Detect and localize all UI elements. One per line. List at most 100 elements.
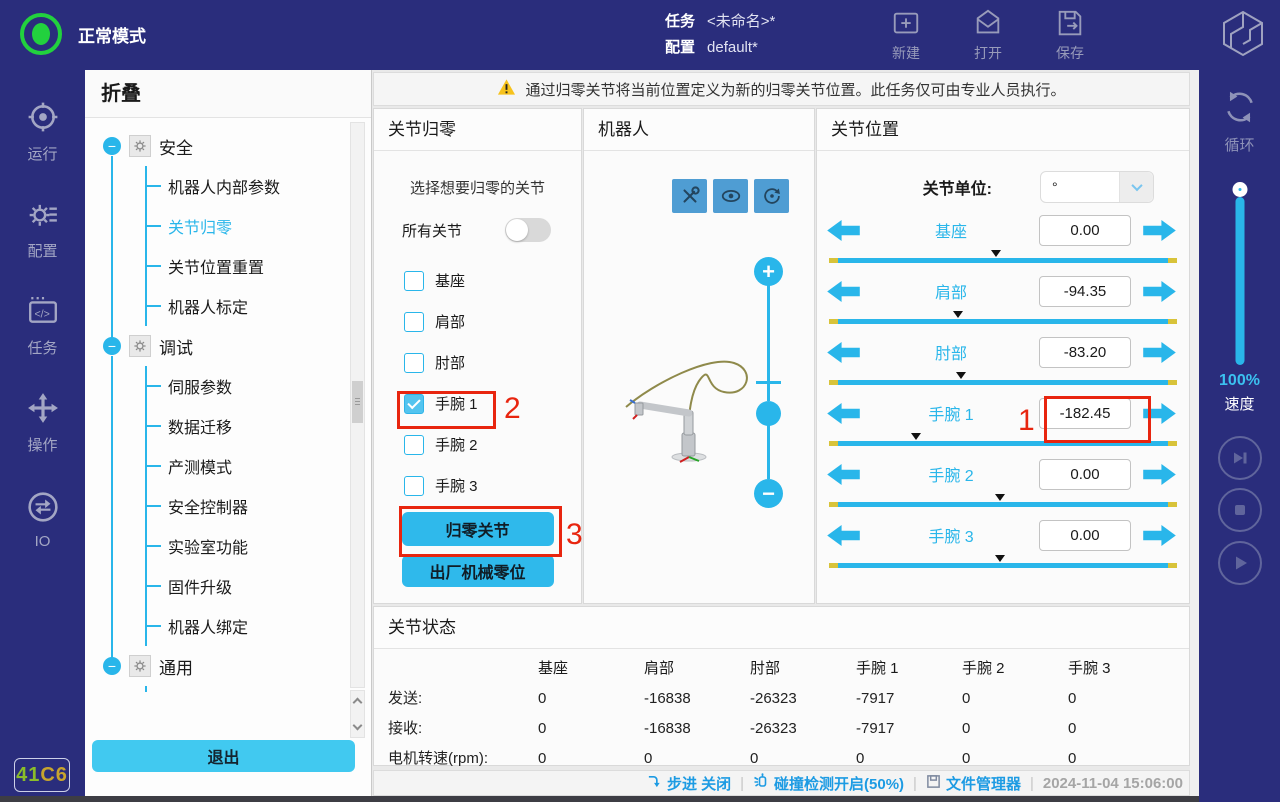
zoom-slider-handle[interactable] <box>756 401 781 426</box>
mode-indicator: 正常模式 <box>20 13 146 55</box>
tree-item[interactable]: 伺服参数 <box>147 366 347 406</box>
new-label: 新建 <box>892 43 920 63</box>
joint-slider[interactable] <box>829 314 1177 326</box>
speed-slider-track[interactable] <box>1235 197 1244 365</box>
joint-increase-arrow[interactable] <box>1143 219 1179 242</box>
joint-decrease-arrow[interactable] <box>827 341 863 364</box>
speed-slider-handle[interactable] <box>1232 182 1247 197</box>
open-task-button[interactable]: 打开 <box>960 8 1016 63</box>
config-row: 配置default* <box>665 35 775 61</box>
slider-marker <box>995 555 1005 562</box>
joint-increase-arrow[interactable] <box>1143 524 1179 547</box>
zoom-out-button[interactable]: − <box>754 479 783 508</box>
tree-item[interactable]: 机器人标定 <box>147 286 347 326</box>
play-button[interactable] <box>1218 541 1262 585</box>
step-forward-button[interactable] <box>1218 436 1262 480</box>
joint-decrease-arrow[interactable] <box>827 463 863 486</box>
joint-decrease-arrow[interactable] <box>827 219 863 242</box>
joint-row: 基座0.00 <box>817 207 1189 268</box>
rotate-view-button[interactable] <box>754 179 789 213</box>
tree-item[interactable]: 安全控制器 <box>147 486 347 526</box>
tree-group-row[interactable]: −调试 <box>85 326 347 366</box>
zoom-in-button[interactable]: + <box>754 257 783 286</box>
nav-item-run[interactable]: 运行 <box>0 84 85 181</box>
save-task-button[interactable]: 保存 <box>1042 8 1098 63</box>
tree-item[interactable]: MDH参数 <box>147 686 347 692</box>
joint-decrease-arrow[interactable] <box>827 524 863 547</box>
loop-label: 循环 <box>1224 134 1254 155</box>
joint-checkbox-row[interactable]: 手腕 2 <box>404 424 581 465</box>
slider-track <box>829 380 1177 385</box>
tree-item[interactable]: 机器人绑定 <box>147 606 347 646</box>
joint-value-field[interactable]: -94.35 <box>1039 276 1131 307</box>
collapse-minus-icon[interactable]: − <box>103 137 121 155</box>
checkbox[interactable] <box>404 435 424 455</box>
joint-increase-arrow[interactable] <box>1143 463 1179 486</box>
dropdown-button[interactable] <box>1119 172 1153 202</box>
nav-item-operate[interactable]: 操作 <box>0 375 85 472</box>
nav-label-config: 配置 <box>27 240 57 261</box>
slider-marker <box>956 372 966 379</box>
joint-value-field[interactable]: 0.00 <box>1039 520 1131 551</box>
nav-item-config[interactable]: 配置 <box>0 181 85 278</box>
checkbox[interactable] <box>404 353 424 373</box>
checkbox[interactable] <box>404 271 424 291</box>
loop-mode-item[interactable]: 循环 <box>1199 88 1280 155</box>
nav-item-io[interactable]: IO <box>0 472 85 569</box>
stop-button[interactable] <box>1218 488 1262 532</box>
tree-collapse-header[interactable]: 折叠 <box>85 70 371 118</box>
joint-slider[interactable] <box>829 497 1177 509</box>
tree-group-row[interactable]: −通用 <box>85 646 347 686</box>
new-task-button[interactable]: 新建 <box>878 8 934 63</box>
collapse-minus-icon[interactable]: − <box>103 657 121 675</box>
file-manager-item[interactable]: 文件管理器 <box>926 773 1021 794</box>
tree-scrollbar[interactable] <box>350 122 365 688</box>
tools-button[interactable] <box>672 179 707 213</box>
joint-value-field[interactable]: -83.20 <box>1039 337 1131 368</box>
step-mode-item[interactable]: 步进 关闭 <box>647 773 731 794</box>
joint-checkbox-row[interactable]: 手腕 3 <box>404 465 581 506</box>
joint-checkbox-row[interactable]: 基座 <box>404 260 581 301</box>
svg-text:</>: </> <box>34 308 49 320</box>
joint-decrease-arrow[interactable] <box>827 402 863 425</box>
joint-value-field[interactable]: 0.00 <box>1039 459 1131 490</box>
joint-increase-arrow[interactable] <box>1143 341 1179 364</box>
exit-button[interactable]: 退出 <box>92 740 355 772</box>
factory-zero-button[interactable]: 出厂机械零位 <box>402 555 554 587</box>
checkbox[interactable] <box>404 476 424 496</box>
joint-decrease-arrow[interactable] <box>827 280 863 303</box>
visibility-eye-button[interactable] <box>713 179 748 213</box>
scroll-down-icon[interactable] <box>353 721 363 731</box>
joint-slider[interactable] <box>829 558 1177 570</box>
tree-item[interactable]: 机器人内部参数 <box>147 166 347 206</box>
collision-detect-item[interactable]: 碰撞检测开启(50%) <box>753 773 904 794</box>
task-value: <未命名>* <box>707 13 775 30</box>
tree-item[interactable]: 产测模式 <box>147 446 347 486</box>
collision-text: 碰撞检测开启(50%) <box>774 773 904 794</box>
joint-value-field[interactable]: 0.00 <box>1039 215 1131 246</box>
checkbox[interactable] <box>404 312 424 332</box>
all-joints-toggle[interactable] <box>505 218 551 242</box>
scroll-up-icon[interactable] <box>353 698 363 708</box>
joint-increase-arrow[interactable] <box>1143 280 1179 303</box>
tree-group: −安全机器人内部参数关节归零关节位置重置机器人标定 <box>85 126 347 326</box>
tree-item[interactable]: 关节归零 <box>147 206 347 246</box>
joint-checkbox-row[interactable]: 肩部 <box>404 301 581 342</box>
checkbox-label: 肘部 <box>435 352 465 373</box>
tree-item[interactable]: 实验室功能 <box>147 526 347 566</box>
tree-item[interactable]: 关节位置重置 <box>147 246 347 286</box>
joint-slider[interactable] <box>829 375 1177 387</box>
tree-item[interactable]: 数据迁移 <box>147 406 347 446</box>
joint-unit-dropdown[interactable]: ° <box>1040 171 1154 203</box>
joint-checkbox-row[interactable]: 肘部 <box>404 342 581 383</box>
config-label: 配置 <box>665 39 695 56</box>
collapse-minus-icon[interactable]: − <box>103 337 121 355</box>
tree-item[interactable]: 固件升级 <box>147 566 347 606</box>
status-value: -26323 <box>750 714 856 744</box>
scrollbar-thumb[interactable] <box>352 381 363 423</box>
move-arrows-icon <box>27 392 59 428</box>
tree-group-row[interactable]: −安全 <box>85 126 347 166</box>
gear-icon <box>129 655 151 677</box>
joint-slider[interactable] <box>829 253 1177 265</box>
nav-item-task[interactable]: </> 任务 <box>0 278 85 375</box>
